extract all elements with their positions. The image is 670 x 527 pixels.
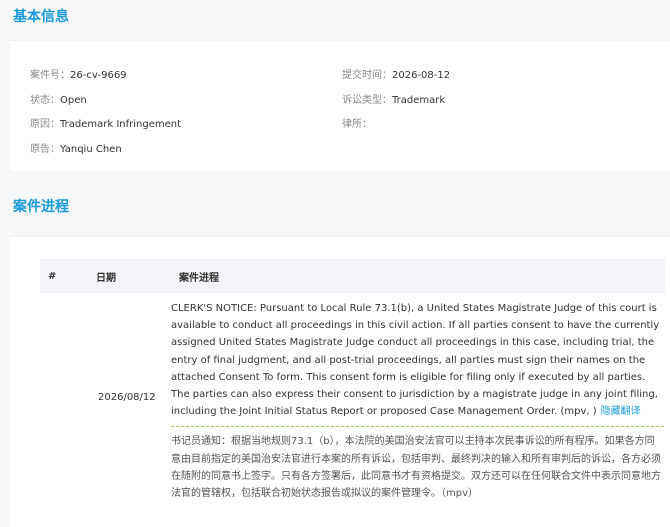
status-value: Open <box>60 95 87 106</box>
docket-row: 2026/08/12 CLERK'S NOTICE: Pursuant to L… <box>40 293 665 503</box>
entry-text-en-body: CLERK'S NOTICE: Pursuant to Local Rule 7… <box>171 303 660 418</box>
entry-date: 2026/08/12 <box>98 392 156 404</box>
case-number-label: 案件号： <box>30 70 70 81</box>
hide-translation-link[interactable]: 隐藏翻译 <box>601 406 641 417</box>
plaintiff-value: Yanqiu Chen <box>60 144 122 155</box>
status-label: 状态： <box>30 95 60 106</box>
status-field: 状态：Open <box>30 91 87 106</box>
docket-header-row: # 日期 案件进程 <box>40 259 665 293</box>
case-number-value: 26-cv-9669 <box>70 70 127 81</box>
case-progress-card: # 日期 案件进程 2026/08/12 CLERK'S NOTICE: Pur… <box>10 236 670 527</box>
cause-label: 原因： <box>30 119 60 130</box>
law-firm-label: 律所： <box>342 119 372 130</box>
law-firm-field: 律所： <box>342 115 372 130</box>
cause-value: Trademark Infringement <box>60 119 182 130</box>
entry-number <box>40 293 88 503</box>
filed-date-value: 2026-08-12 <box>392 70 451 81</box>
case-number-field: 案件号：26-cv-9669 <box>30 66 127 81</box>
case-type-value: Trademark <box>392 95 446 106</box>
basic-info-card: 案件号：26-cv-9669 提交时间：2026-08-12 状态：Open 诉… <box>10 40 670 171</box>
header-num: # <box>40 259 88 293</box>
filed-date-field: 提交时间：2026-08-12 <box>342 66 450 81</box>
entry-text-cn: 书记员通知：根据当地规则73.1（b），本法院的美国治安法官可以主持本次民事诉讼… <box>171 426 664 502</box>
header-entry: 案件进程 <box>171 259 665 293</box>
case-progress-title: 案件进程 <box>13 199 69 215</box>
basic-info-title: 基本信息 <box>13 9 69 25</box>
case-type-label: 诉讼类型： <box>342 95 392 106</box>
plaintiff-field: 原告：Yanqiu Chen <box>30 140 122 155</box>
case-type-field: 诉讼类型：Trademark <box>342 91 445 106</box>
header-date: 日期 <box>88 259 171 293</box>
cause-field: 原因：Trademark Infringement <box>30 115 181 130</box>
docket-table: # 日期 案件进程 2026/08/12 CLERK'S NOTICE: Pur… <box>40 259 665 503</box>
entry-content: CLERK'S NOTICE: Pursuant to Local Rule 7… <box>171 293 665 503</box>
entry-text-en: CLERK'S NOTICE: Pursuant to Local Rule 7… <box>171 294 664 420</box>
plaintiff-label: 原告： <box>30 144 60 155</box>
filed-date-label: 提交时间： <box>342 70 392 81</box>
